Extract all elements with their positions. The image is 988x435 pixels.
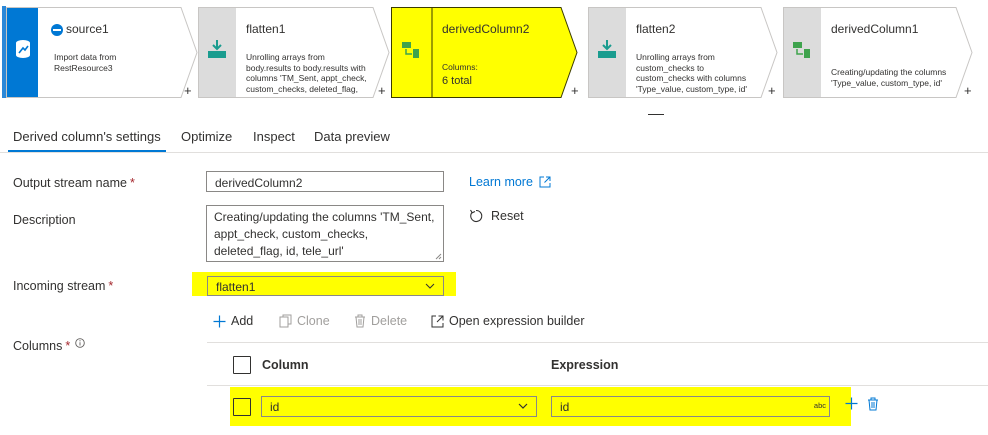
pipeline-node-flatten2[interactable]: flatten2 Unrolling arrays from custom_ch… [588, 7, 778, 98]
plus-icon [213, 315, 226, 327]
column-header: Column [262, 358, 309, 372]
pipeline-node-derivedColumn1[interactable]: derivedColumn1 Creating/updating the col… [783, 7, 973, 98]
reset-button[interactable]: Reset [469, 209, 524, 223]
learn-more-link[interactable]: Learn more [469, 175, 551, 189]
chevron-down-icon [425, 283, 435, 289]
add-transform-button[interactable]: + [184, 84, 192, 97]
expression-input[interactable]: id abc [551, 396, 830, 417]
chevron-down-icon [518, 403, 528, 409]
description-label: Description [13, 213, 76, 227]
pipeline-node-source1[interactable]: source1 Import data from RestResource3 [6, 7, 198, 98]
description-text: Creating/updating the columns 'TM_Sent, … [214, 210, 435, 258]
node-description: Unrolling arrays from custom_checks to c… [636, 52, 747, 94]
description-textarea[interactable]: Creating/updating the columns 'TM_Sent, … [206, 205, 444, 262]
incoming-stream-label: Incoming stream * [13, 279, 114, 293]
expression-header: Expression [551, 358, 619, 372]
node-title: derivedColumn1 [831, 22, 919, 36]
node-title: flatten1 [246, 22, 286, 36]
pipeline-scroll-indicator[interactable] [648, 114, 664, 115]
node-title: flatten2 [636, 22, 676, 36]
add-transform-button[interactable]: + [964, 84, 972, 97]
open-expression-builder-button[interactable]: Open expression builder [431, 314, 585, 328]
add-transform-button[interactable]: + [378, 84, 386, 97]
clone-icon [279, 314, 292, 328]
add-transform-button[interactable]: + [571, 84, 579, 97]
row-checkbox[interactable] [233, 398, 251, 416]
trash-icon [355, 314, 365, 328]
add-row-icon[interactable] [845, 397, 858, 410]
derived-column-icon [793, 42, 810, 58]
open-external-icon [431, 315, 444, 327]
active-tab-indicator [8, 150, 166, 152]
node-columns-count: 6 total [442, 75, 472, 87]
resize-grip-icon[interactable] [435, 253, 442, 260]
output-stream-label: Output stream name * [13, 176, 135, 190]
columns-grid-header: Column Expression [207, 342, 988, 386]
external-link-icon [539, 176, 551, 188]
incoming-stream-value: flatten1 [216, 280, 256, 294]
derived-column-icon [402, 42, 419, 58]
pipeline-node-derivedColumn2[interactable]: derivedColumn2 Columns: 6 total [391, 7, 578, 98]
delete-row-icon[interactable] [867, 397, 879, 411]
output-stream-input[interactable]: derivedColumn2 [206, 171, 444, 192]
pipeline-canvas: source1 Import data from RestResource3 +… [0, 0, 988, 115]
reset-icon [470, 209, 483, 223]
column-name-dropdown[interactable]: id [261, 396, 537, 417]
expression-value: id [560, 400, 570, 414]
delete-column-button[interactable]: Delete [354, 314, 407, 328]
incoming-stream-dropdown[interactable]: flatten1 [207, 276, 444, 296]
type-badge: abc [813, 401, 826, 410]
tab-inspect[interactable]: Inspect [253, 129, 295, 144]
columns-label: Columns * [13, 338, 85, 353]
tab-data-preview[interactable]: Data preview [314, 129, 390, 144]
table-row: id id abc [230, 387, 851, 426]
column-name-value: id [270, 400, 280, 414]
node-title: derivedColumn2 [442, 22, 530, 36]
add-transform-button[interactable]: + [768, 84, 776, 97]
pipeline-node-flatten1[interactable]: flatten1 Unrolling arrays from body.resu… [198, 7, 390, 98]
settings-tabs: Derived column's settings Optimize Inspe… [0, 123, 988, 153]
node-description: Creating/updating the columns 'Type_valu… [831, 67, 947, 88]
flatten-icon [208, 40, 226, 58]
tab-derived-column-settings[interactable]: Derived column's settings [13, 129, 161, 144]
clone-column-button[interactable]: Clone [279, 314, 330, 328]
add-column-button[interactable]: Add [213, 314, 253, 328]
node-title: source1 [66, 22, 109, 36]
info-icon[interactable] [75, 338, 85, 348]
flatten-icon [598, 40, 616, 58]
node-description: Import data from RestResource3 [54, 52, 117, 73]
tab-optimize[interactable]: Optimize [181, 129, 232, 144]
rest-source-icon [51, 24, 63, 36]
node-description: Unrolling arrays from body.results to bo… [246, 52, 367, 96]
source-icon [16, 40, 30, 58]
select-all-checkbox[interactable] [233, 356, 251, 374]
